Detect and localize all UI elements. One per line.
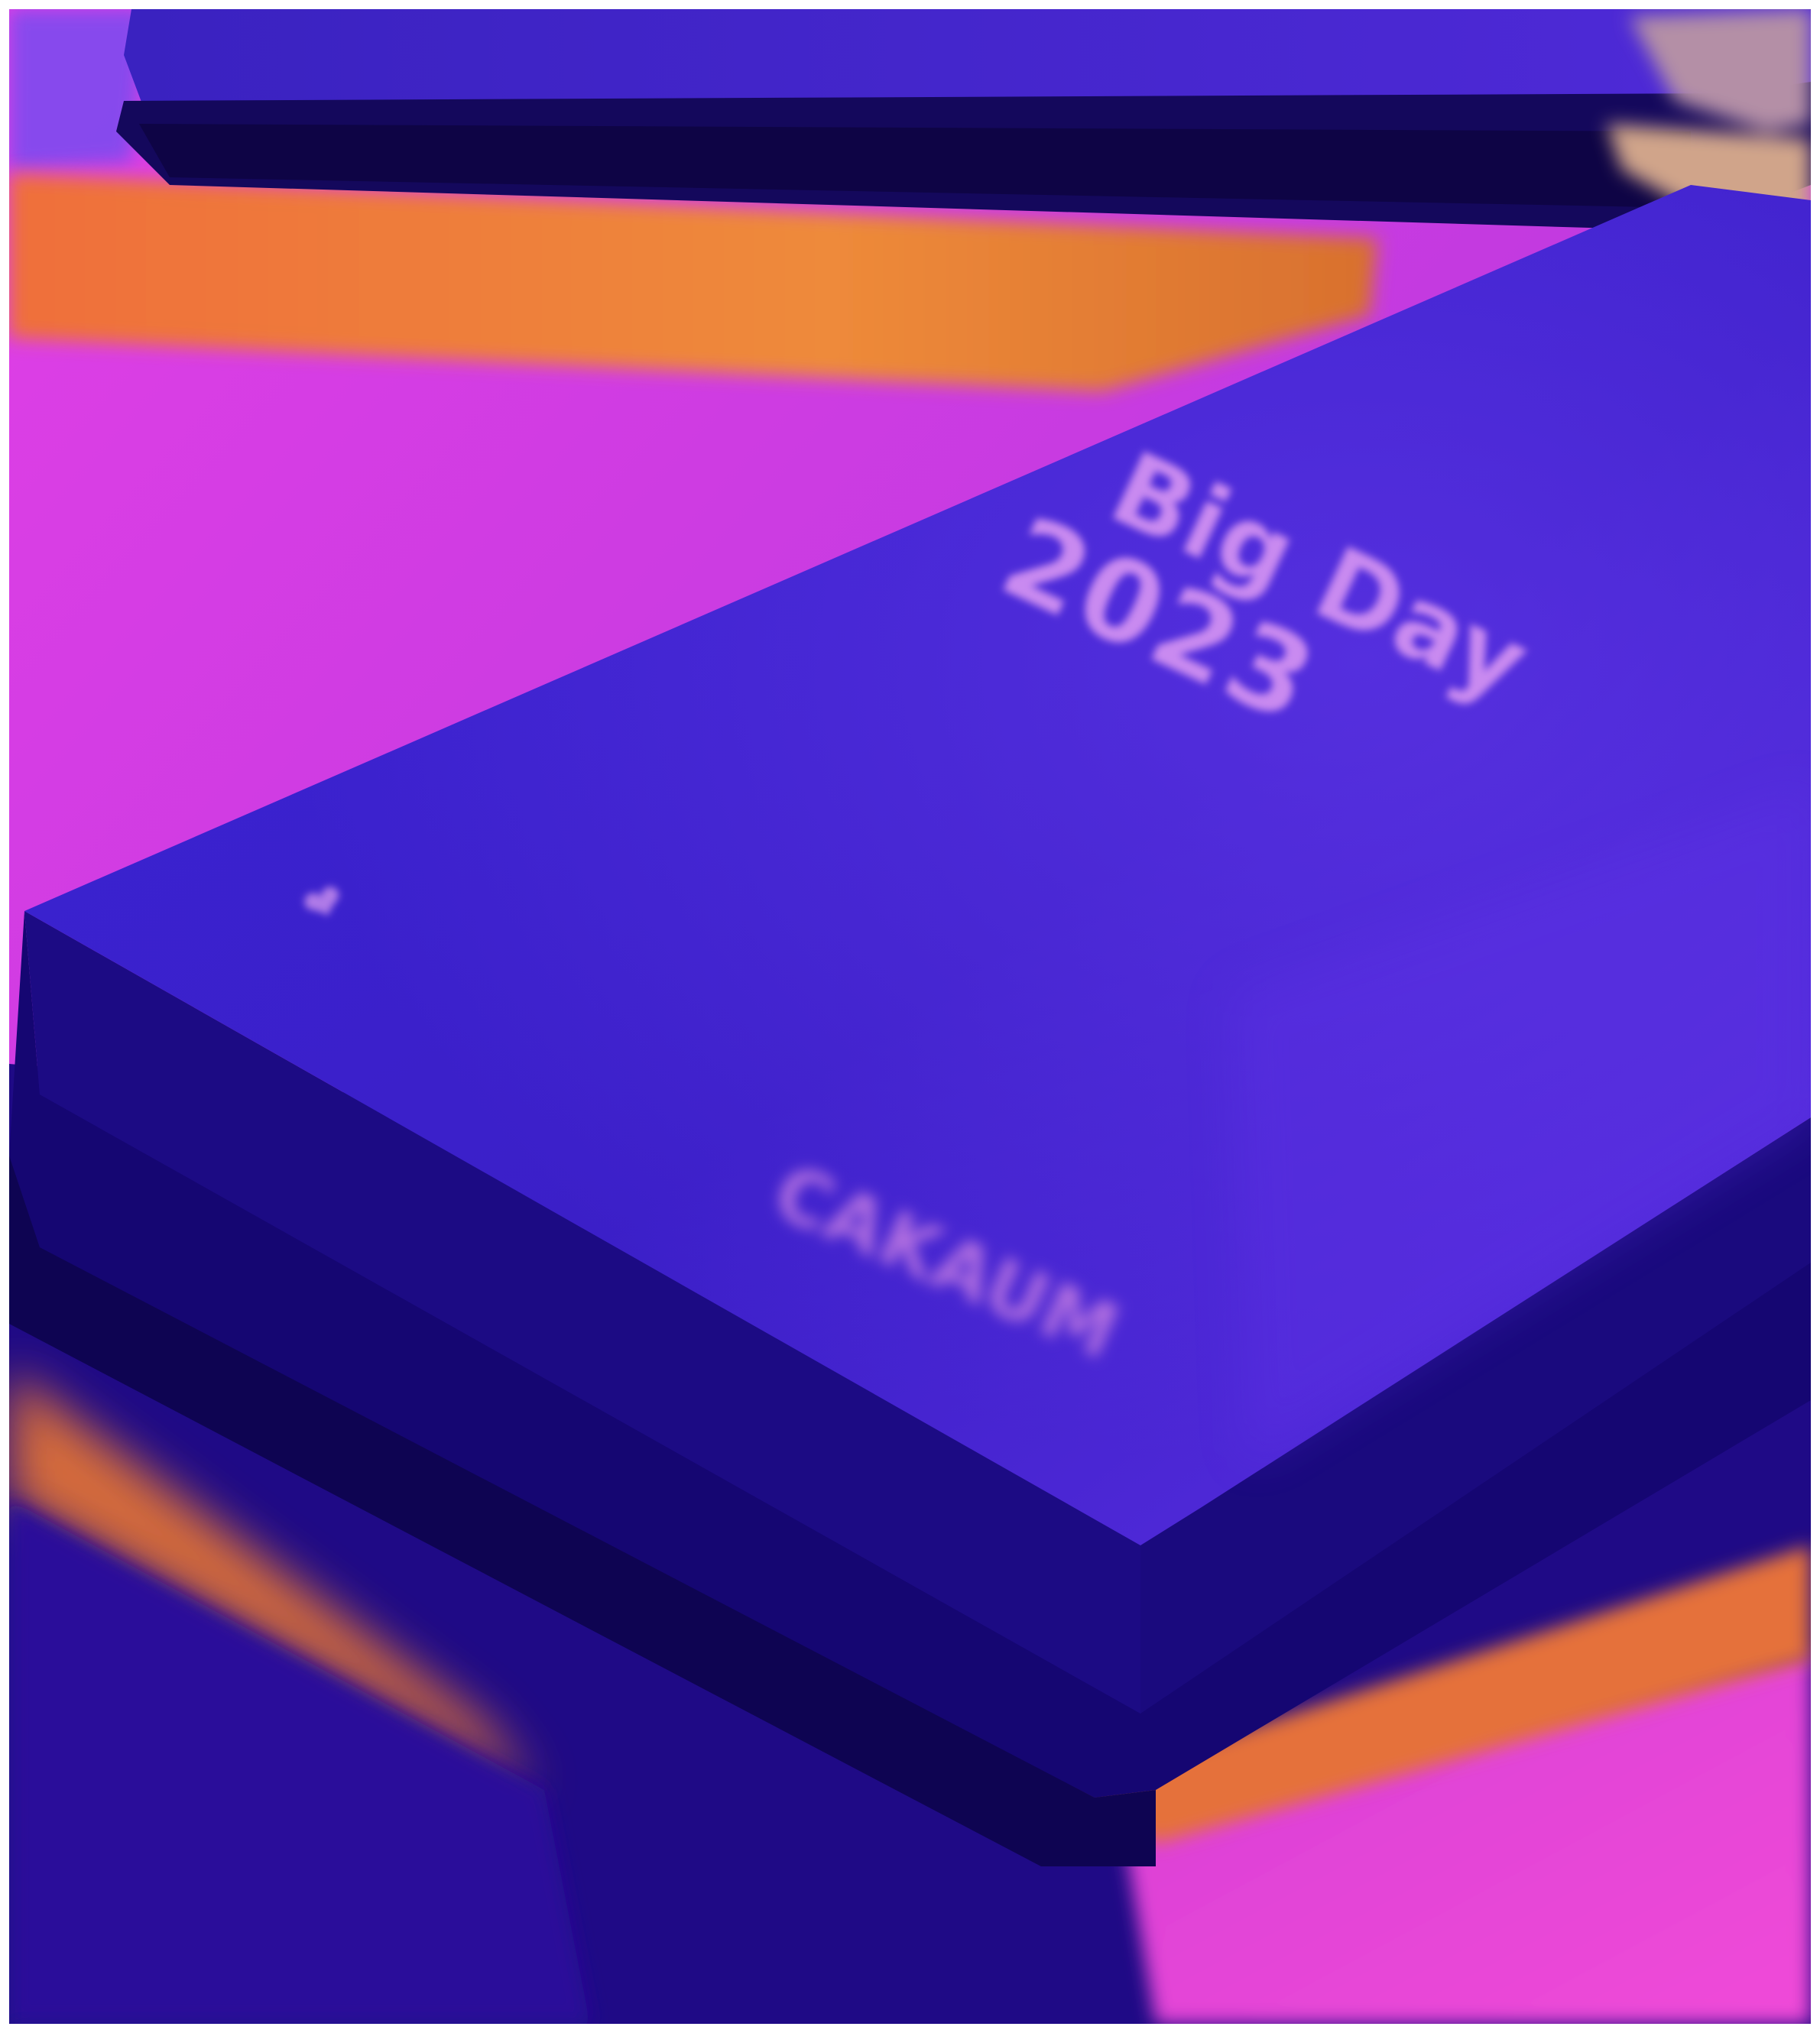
photo-frame: ❤ Big Day 2023 CAKAUM (9, 9, 1811, 2024)
photo-scene (9, 9, 1811, 2024)
background-strip (9, 9, 147, 170)
